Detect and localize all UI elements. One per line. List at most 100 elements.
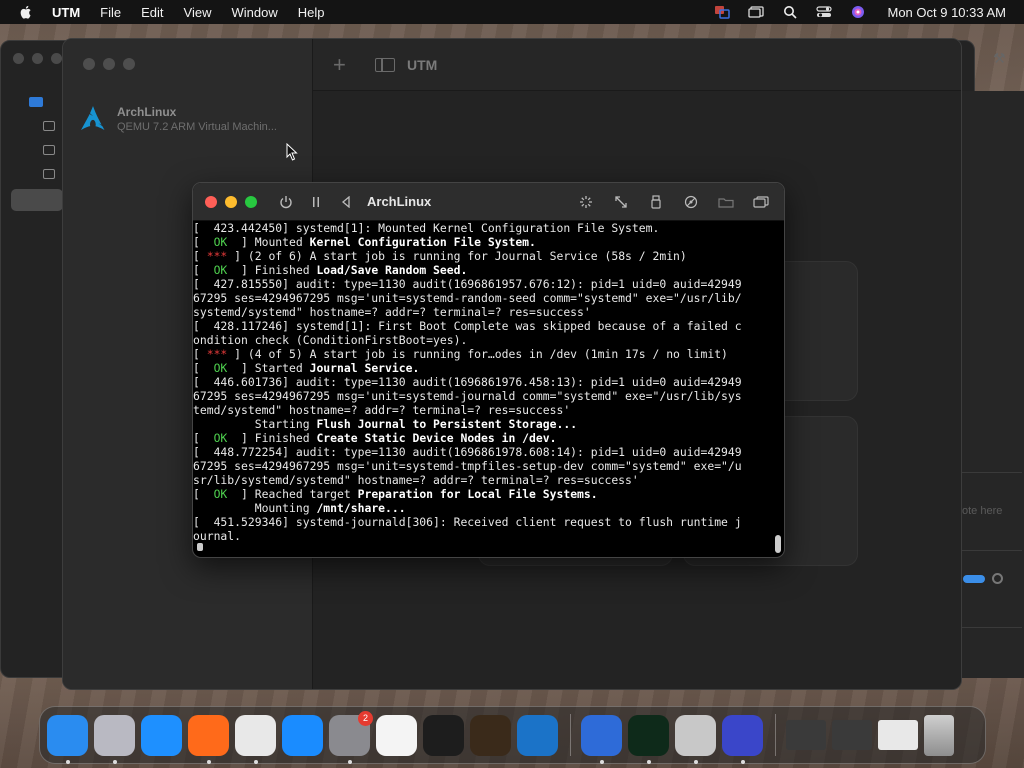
terminal-text: ournal. <box>193 529 242 543</box>
horizontal-scrollbar[interactable] <box>197 543 203 551</box>
vm-name: ArchLinux <box>117 105 177 119</box>
control-center-icon[interactable] <box>815 5 833 19</box>
wrench-icon[interactable]: ⚒ <box>993 50 1006 67</box>
terminal-line: [ 427.815550] audit: type=1130 audit(169… <box>193 277 774 291</box>
console-titlebar[interactable]: ArchLinux <box>193 183 784 221</box>
terminal-icon[interactable] <box>423 714 464 756</box>
utm-icon[interactable] <box>581 714 622 764</box>
trash-icon[interactable] <box>924 714 954 756</box>
console-close-button[interactable] <box>205 195 217 208</box>
terminal-text: *** <box>206 249 228 263</box>
terminal-line: [ 428.117246] systemd[1]: First Boot Com… <box>193 319 774 333</box>
terminal-text: ] (4 of 5) A start job is running for…od… <box>227 347 728 361</box>
garageband-icon[interactable] <box>470 714 511 756</box>
terminal-line: [ OK ] Finished Load/Save Random Seed. <box>193 263 774 277</box>
terminal-line: 67295 ses=4294967295 msg='unit=systemd-r… <box>193 291 774 305</box>
terminal-text: OK <box>213 487 228 501</box>
terminal-line: [ 451.529346] systemd-journald[306]: Rec… <box>193 515 774 529</box>
terminal-text: ] Finished <box>227 263 317 277</box>
apple-icon[interactable] <box>18 4 34 20</box>
terminal-text: [ 423.442450] systemd[1]: Mounted Kernel… <box>193 221 660 235</box>
panel-divider <box>962 472 1022 473</box>
menu-help[interactable]: Help <box>298 5 325 20</box>
menu-file[interactable]: File <box>100 5 121 20</box>
recent-window-thumbnail[interactable] <box>832 720 872 750</box>
background-window-controls <box>13 53 62 64</box>
archlinux-console-window: ArchLinux [ 423.442450] systemd[1]: Moun… <box>192 182 785 558</box>
close-button[interactable] <box>83 58 95 70</box>
terminal-line: [ OK ] Reached target Preparation for Lo… <box>193 487 774 501</box>
terminal-text: [ 428.117246] systemd[1]: First Boot Com… <box>193 319 742 333</box>
terminal-text: OK <box>213 361 228 375</box>
terminal-text: [ 427.815550] audit: type=1130 audit(169… <box>193 277 742 291</box>
vm-list-item-archlinux[interactable]: ArchLinux QEMU 7.2 ARM Virtual Machin... <box>79 105 277 133</box>
spotlight-search-icon[interactable] <box>781 5 799 19</box>
dock-separator <box>570 714 571 756</box>
terminal-text: Journal Service. <box>309 361 420 375</box>
system-settings-icon[interactable]: 2 <box>329 710 373 764</box>
finder-icon[interactable] <box>47 714 88 764</box>
vscode-icon[interactable] <box>517 714 558 756</box>
terminal-text: 67295 ses=4294967295 msg='unit=systemd-j… <box>193 389 742 403</box>
dock: 2 <box>39 706 986 764</box>
terminal-line: temd/systemd" hostname=? addr=? terminal… <box>193 403 774 417</box>
menu-app-utm[interactable]: UTM <box>52 5 80 20</box>
qemu-icon[interactable] <box>722 714 763 764</box>
console-title: ArchLinux <box>367 194 432 209</box>
activity-icon[interactable] <box>577 193 595 211</box>
notes-placeholder[interactable]: ote here <box>962 505 1002 517</box>
usb-icon[interactable] <box>647 193 665 211</box>
terminal-line: systemd/systemd" hostname=? addr=? termi… <box>193 305 774 319</box>
terminal-text: [ <box>193 431 214 445</box>
dock-separator <box>775 714 776 756</box>
safari-icon[interactable] <box>141 714 182 756</box>
launchpad-icon[interactable] <box>94 714 135 764</box>
window-title: UTM <box>407 56 438 73</box>
zoom-button[interactable] <box>123 58 135 70</box>
recent-window-thumbnail[interactable] <box>786 720 826 750</box>
terminal-text: sr/lib/systemd/systemd" hostname=? addr=… <box>193 473 639 487</box>
menu-view[interactable]: View <box>184 5 212 20</box>
power-icon[interactable] <box>277 193 295 211</box>
terminal-line: Mounting /mnt/share... <box>193 501 774 515</box>
background-selected-row <box>11 189 63 211</box>
terminal-text: Mounting <box>193 501 317 515</box>
settings-slider[interactable] <box>963 575 985 583</box>
activity-terminal-icon[interactable] <box>628 714 669 764</box>
terminal-text: [ <box>193 263 214 277</box>
console-zoom-button[interactable] <box>245 195 257 208</box>
recent-window-thumbnail[interactable] <box>878 720 918 750</box>
add-vm-button[interactable]: + <box>333 52 353 78</box>
siri-icon[interactable] <box>849 5 867 19</box>
running-indicator <box>647 759 651 764</box>
windows-icon[interactable] <box>752 193 770 211</box>
terminal-output[interactable]: [ 423.442450] systemd[1]: Mounted Kernel… <box>193 221 774 557</box>
running-indicator <box>207 759 211 764</box>
terminal-text: Kernel Configuration File System. <box>309 235 536 249</box>
screen-mirror-icon[interactable] <box>713 5 731 19</box>
menu-window[interactable]: Window <box>231 5 277 20</box>
chrome-icon[interactable] <box>235 714 276 764</box>
terminal-text: 67295 ses=4294967295 msg='unit=systemd-r… <box>193 291 742 305</box>
restart-icon[interactable] <box>337 193 355 211</box>
menu-clock[interactable]: Mon Oct 9 10:33 AM <box>887 5 1006 20</box>
textedit-icon[interactable] <box>376 714 417 756</box>
console-minimize-button[interactable] <box>225 195 237 208</box>
vertical-scrollbar[interactable] <box>775 535 781 553</box>
installer-icon[interactable] <box>675 714 716 764</box>
toggle-sidebar-button[interactable] <box>375 57 395 72</box>
pause-icon[interactable] <box>307 193 325 211</box>
shared-folder-icon[interactable] <box>717 193 735 211</box>
app-store-icon[interactable] <box>282 714 323 756</box>
resize-icon[interactable] <box>612 193 630 211</box>
window-switcher-icon[interactable] <box>747 5 765 19</box>
slider-knob[interactable] <box>992 573 1003 584</box>
menu-edit[interactable]: Edit <box>141 5 163 20</box>
panel-divider <box>962 627 1022 628</box>
drive-icon[interactable] <box>682 193 700 211</box>
terminal-text: [ 451.529346] systemd-journald[306]: Rec… <box>193 515 742 529</box>
terminal-text: ] Reached target <box>227 487 358 501</box>
running-indicator <box>600 759 604 764</box>
firefox-icon[interactable] <box>188 714 229 764</box>
minimize-button[interactable] <box>103 58 115 70</box>
